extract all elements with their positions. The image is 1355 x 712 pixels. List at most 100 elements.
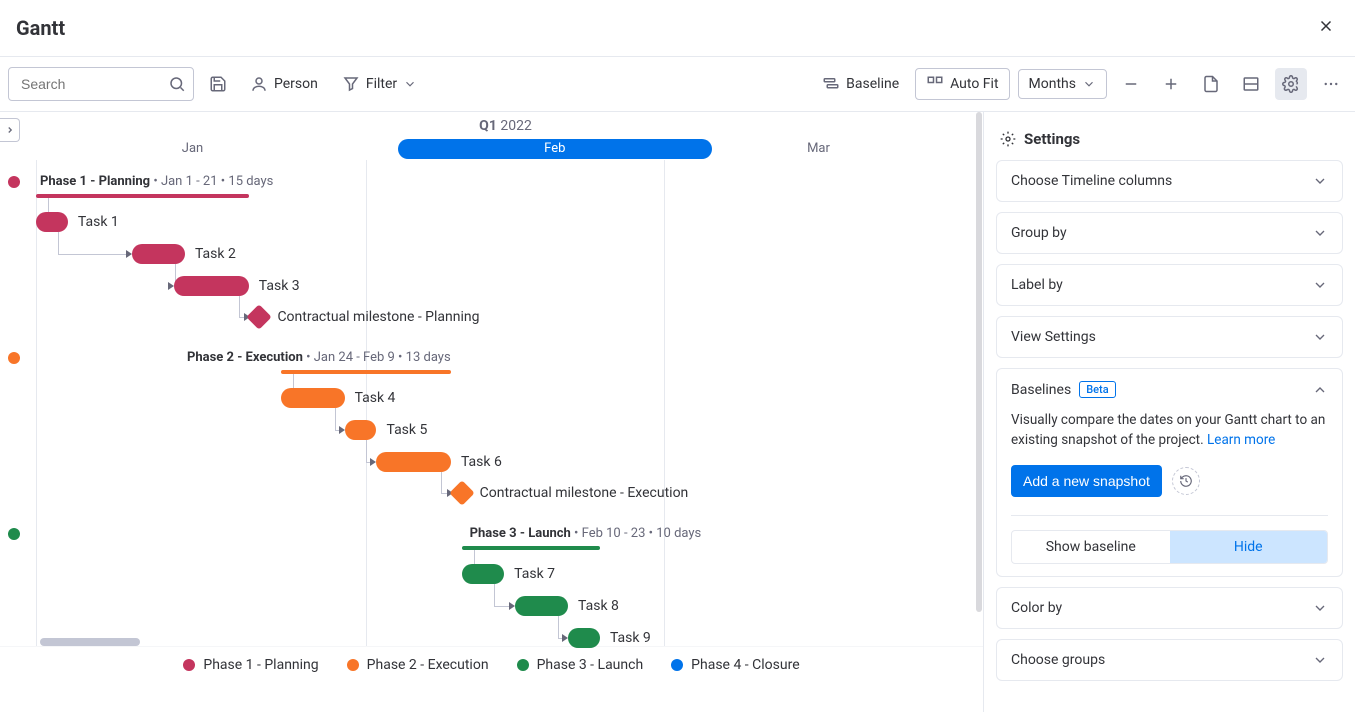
legend-dot — [347, 659, 359, 671]
baseline-toggle: Show baseline Hide — [1011, 530, 1328, 564]
phase-bar[interactable] — [281, 370, 451, 374]
card-color-by[interactable]: Color by — [996, 587, 1343, 629]
legend-item[interactable]: Phase 3 - Launch — [517, 657, 644, 673]
chevron-right-icon — [5, 125, 15, 135]
current-month-pill[interactable]: Feb — [398, 139, 713, 159]
chevron-down-icon — [403, 77, 417, 91]
phase-bar[interactable] — [462, 546, 600, 550]
baseline-button[interactable]: Baseline — [814, 69, 907, 99]
gear-icon — [1000, 131, 1016, 147]
task-label: Task 8 — [578, 596, 619, 616]
gear-icon — [1282, 75, 1300, 93]
legend-dot — [517, 659, 529, 671]
baselines-description: Visually compare the dates on your Gantt… — [1011, 410, 1328, 451]
autofit-button[interactable]: Auto Fit — [915, 68, 1009, 100]
task-bar[interactable] — [515, 596, 568, 616]
gantt-area: Q1 2022 Jan Mar Feb Phase 1 - Planning •… — [0, 112, 983, 712]
view-title: Gantt — [16, 16, 65, 40]
legend-item[interactable]: Phase 2 - Execution — [347, 657, 489, 673]
phase-dot — [8, 352, 20, 364]
autofit-label: Auto Fit — [950, 76, 998, 92]
card-group-by[interactable]: Group by — [996, 212, 1343, 254]
person-label: Person — [274, 76, 318, 92]
baseline-label: Baseline — [846, 76, 899, 92]
legend-label: Phase 1 - Planning — [203, 657, 318, 673]
search-icon — [168, 75, 186, 93]
task-label: Task 4 — [355, 388, 396, 408]
settings-toggle-button[interactable] — [1275, 68, 1307, 100]
show-baseline-segment[interactable]: Show baseline — [1012, 531, 1170, 563]
autofit-icon — [926, 75, 944, 93]
task-bar[interactable] — [174, 276, 248, 296]
gantt-chart[interactable]: Phase 1 - Planning • Jan 1 - 21 • 15 day… — [36, 160, 983, 646]
legend: Phase 1 - Planning Phase 2 - Execution Pha… — [0, 646, 983, 683]
split-icon — [1242, 75, 1260, 93]
card-timeline-columns[interactable]: Choose Timeline columns — [996, 160, 1343, 202]
hide-baseline-segment[interactable]: Hide — [1170, 531, 1328, 563]
legend-label: Phase 2 - Execution — [367, 657, 489, 673]
card-label-by[interactable]: Label by — [996, 264, 1343, 306]
months-row: Jan Mar Feb — [36, 138, 975, 160]
chevron-down-icon — [1082, 77, 1096, 91]
chevron-down-icon — [1312, 329, 1328, 345]
snapshot-history-button[interactable] — [1172, 467, 1200, 495]
task-bar[interactable] — [345, 420, 377, 440]
phase-bar[interactable] — [36, 194, 249, 198]
zoom-select-label: Months — [1029, 76, 1076, 92]
task-bar[interactable] — [376, 452, 450, 472]
milestone-diamond[interactable] — [449, 480, 474, 505]
chevron-down-icon — [1312, 173, 1328, 189]
file-icon — [1202, 75, 1220, 93]
task-bar[interactable] — [281, 388, 345, 408]
month-jan[interactable]: Jan — [36, 138, 349, 160]
minus-icon — [1122, 75, 1140, 93]
zoom-select[interactable]: Months — [1018, 69, 1107, 99]
task-bar[interactable] — [36, 212, 68, 232]
legend-label: Phase 4 - Closure — [691, 657, 799, 673]
task-bar[interactable] — [462, 564, 505, 584]
export-button[interactable] — [1195, 68, 1227, 100]
card-baselines: Baselines Beta Visually compare the date… — [996, 368, 1343, 577]
save-icon[interactable] — [202, 68, 234, 100]
expand-sidebar-button[interactable] — [0, 118, 20, 142]
chevron-down-icon — [1312, 277, 1328, 293]
close-icon[interactable] — [1313, 12, 1339, 44]
task-label: Task 7 — [514, 564, 555, 584]
milestone-diamond[interactable] — [247, 304, 272, 329]
task-label: Task 9 — [610, 628, 651, 648]
card-view-settings[interactable]: View Settings — [996, 316, 1343, 358]
legend-item[interactable]: Phase 1 - Planning — [183, 657, 318, 673]
learn-more-link[interactable]: Learn more — [1207, 432, 1275, 448]
split-view-button[interactable] — [1235, 68, 1267, 100]
timeline-header: Q1 2022 Jan Mar Feb — [36, 112, 975, 160]
more-menu-button[interactable] — [1315, 68, 1347, 100]
legend-item[interactable]: Phase 4 - Closure — [671, 657, 799, 673]
toolbar: Person Filter Baseline Auto Fit Months — [0, 57, 1355, 112]
chevron-down-icon — [1312, 652, 1328, 668]
task-bar[interactable] — [132, 244, 185, 264]
phase-header: Phase 3 - Launch • Feb 10 - 23 • 10 days — [470, 526, 702, 542]
filter-button[interactable]: Filter — [334, 69, 425, 99]
legend-dot — [183, 659, 195, 671]
zoom-out-button[interactable] — [1115, 68, 1147, 100]
phase-dot — [8, 528, 20, 540]
add-snapshot-button[interactable]: Add a new snapshot — [1011, 465, 1162, 497]
task-label: Task 5 — [386, 420, 427, 440]
legend-label: Phase 3 - Launch — [537, 657, 644, 673]
person-filter-button[interactable]: Person — [242, 69, 326, 99]
card-choose-groups[interactable]: Choose groups — [996, 639, 1343, 681]
chevron-up-icon[interactable] — [1312, 382, 1328, 398]
view-header: Gantt — [0, 0, 1355, 57]
task-label: Task 1 — [78, 212, 119, 232]
zoom-in-button[interactable] — [1155, 68, 1187, 100]
legend-dot — [671, 659, 683, 671]
chevron-down-icon — [1312, 600, 1328, 616]
horizontal-scrollbar[interactable] — [40, 638, 140, 646]
task-bar[interactable] — [568, 628, 600, 648]
task-label: Task 6 — [461, 452, 502, 472]
phase-header: Phase 2 - Execution • Jan 24 - Feb 9 • 1… — [187, 350, 451, 366]
baselines-title: Baselines Beta — [1011, 381, 1116, 398]
vertical-scrollbar[interactable] — [975, 112, 983, 652]
search-input[interactable] — [8, 67, 194, 101]
chevron-down-icon — [1312, 225, 1328, 241]
